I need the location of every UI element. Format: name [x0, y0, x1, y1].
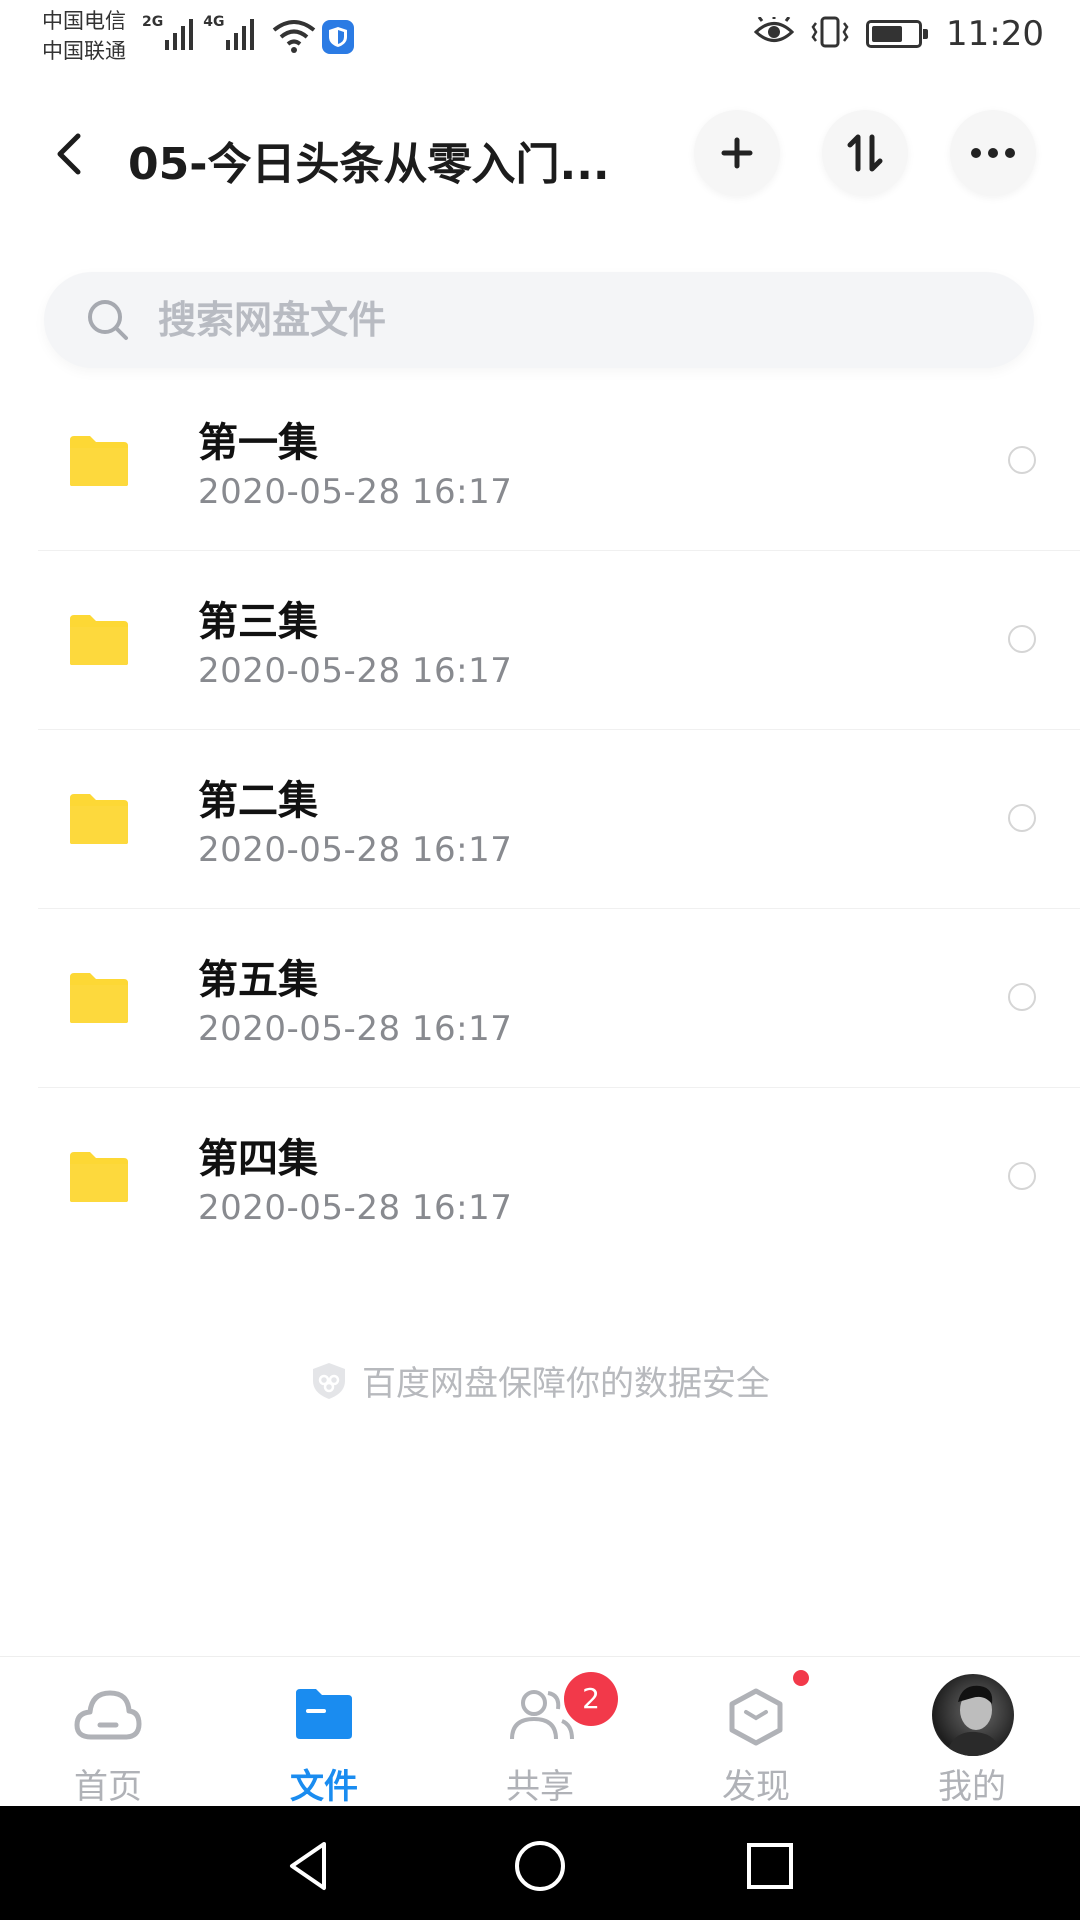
carrier-2: 中国联通 — [42, 39, 126, 63]
tab-label: 我的 — [938, 1767, 1006, 1807]
folder-icon — [296, 1689, 352, 1739]
tab-label: 发现 — [722, 1767, 790, 1807]
nav-home-icon[interactable] — [510, 1836, 570, 1896]
clock: 11:20 — [946, 14, 1044, 54]
tab-files[interactable]: 文件 — [216, 1657, 432, 1807]
file-date: 2020-05-28 16:17 — [198, 651, 513, 691]
sort-button[interactable] — [822, 110, 908, 196]
nav-back-icon[interactable] — [280, 1836, 340, 1896]
folder-icon — [70, 436, 128, 486]
network-type-1: 2G — [142, 14, 164, 30]
search-bar[interactable] — [44, 272, 1034, 368]
plus-icon — [721, 137, 753, 169]
more-button[interactable] — [950, 110, 1036, 196]
shield-icon — [313, 1362, 345, 1399]
more-dots-icon — [971, 148, 1015, 158]
tab-label: 文件 — [290, 1767, 358, 1807]
wifi-icon — [272, 18, 316, 58]
status-right: 11:20 — [753, 14, 1044, 54]
select-checkbox[interactable] — [1008, 804, 1036, 832]
select-checkbox[interactable] — [1008, 1162, 1036, 1190]
tab-share[interactable]: 共享 — [432, 1657, 648, 1807]
page-title: 05-今日头条从零入门... — [128, 139, 610, 190]
system-nav-bar — [0, 1806, 1080, 1920]
tab-label: 首页 — [74, 1767, 142, 1807]
select-checkbox[interactable] — [1008, 625, 1036, 653]
add-button[interactable] — [694, 110, 780, 196]
header: 05-今日头条从零入门... — [0, 96, 1080, 212]
file-name: 第五集 — [198, 957, 318, 1003]
folder-icon — [70, 615, 128, 665]
discover-icon — [729, 1688, 783, 1746]
share-count-badge: 2 — [564, 1672, 618, 1726]
eye-comfort-icon — [753, 15, 795, 51]
select-checkbox[interactable] — [1008, 983, 1036, 1011]
chevron-left-icon — [57, 133, 81, 175]
tab-home[interactable]: 首页 — [0, 1657, 216, 1807]
nav-recents-icon[interactable] — [740, 1836, 800, 1896]
search-input[interactable] — [158, 290, 958, 350]
signal-bars-icon — [165, 14, 194, 50]
battery-icon — [866, 20, 929, 48]
file-name: 第四集 — [198, 1136, 318, 1182]
list-item[interactable]: 第一集 2020-05-28 16:17 — [0, 372, 1080, 551]
carrier-1: 中国电信 — [42, 9, 126, 33]
signal-bars-icon — [226, 14, 255, 50]
file-date: 2020-05-28 16:17 — [198, 830, 513, 870]
file-list: 第一集 2020-05-28 16:17 第三集 2020-05-28 16:1… — [0, 372, 1080, 1267]
carrier-names: 中国电信 中国联通 — [42, 6, 142, 66]
folder-icon — [70, 1152, 128, 1202]
file-name: 第一集 — [198, 420, 318, 466]
vibrate-icon — [810, 15, 850, 53]
tab-label: 共享 — [506, 1767, 574, 1807]
tab-discover[interactable]: 发现 — [648, 1657, 864, 1807]
transfer-sort-icon — [847, 134, 883, 172]
file-date: 2020-05-28 16:17 — [198, 1188, 513, 1228]
cloud-icon — [74, 1690, 142, 1740]
avatar[interactable] — [932, 1674, 1014, 1756]
list-item[interactable]: 第五集 2020-05-28 16:17 — [0, 909, 1080, 1088]
file-name: 第三集 — [198, 599, 318, 645]
status-bar: 中国电信 中国联通 2G 4G 11:20 — [0, 0, 1080, 76]
file-date: 2020-05-28 16:17 — [198, 472, 513, 512]
folder-icon — [70, 973, 128, 1023]
file-name: 第二集 — [198, 778, 318, 824]
security-note: 百度网盘保障你的数据安全 — [0, 1356, 1080, 1405]
security-app-icon — [322, 20, 354, 54]
list-item[interactable]: 第二集 2020-05-28 16:17 — [0, 730, 1080, 909]
signal-group: 2G 4G — [142, 14, 255, 50]
network-type-2: 4G — [203, 14, 225, 30]
discover-dot-badge — [793, 1670, 809, 1686]
file-date: 2020-05-28 16:17 — [198, 1009, 513, 1049]
folder-icon — [70, 794, 128, 844]
list-item[interactable]: 第三集 2020-05-28 16:17 — [0, 551, 1080, 730]
tab-bar: 首页 文件 共享 发现 我的 — [0, 1656, 1080, 1807]
security-note-text: 百度网盘保障你的数据安全 — [362, 1364, 770, 1404]
search-icon — [88, 300, 128, 340]
select-checkbox[interactable] — [1008, 446, 1036, 474]
list-item[interactable]: 第四集 2020-05-28 16:17 — [0, 1088, 1080, 1267]
back-button[interactable] — [50, 126, 100, 182]
